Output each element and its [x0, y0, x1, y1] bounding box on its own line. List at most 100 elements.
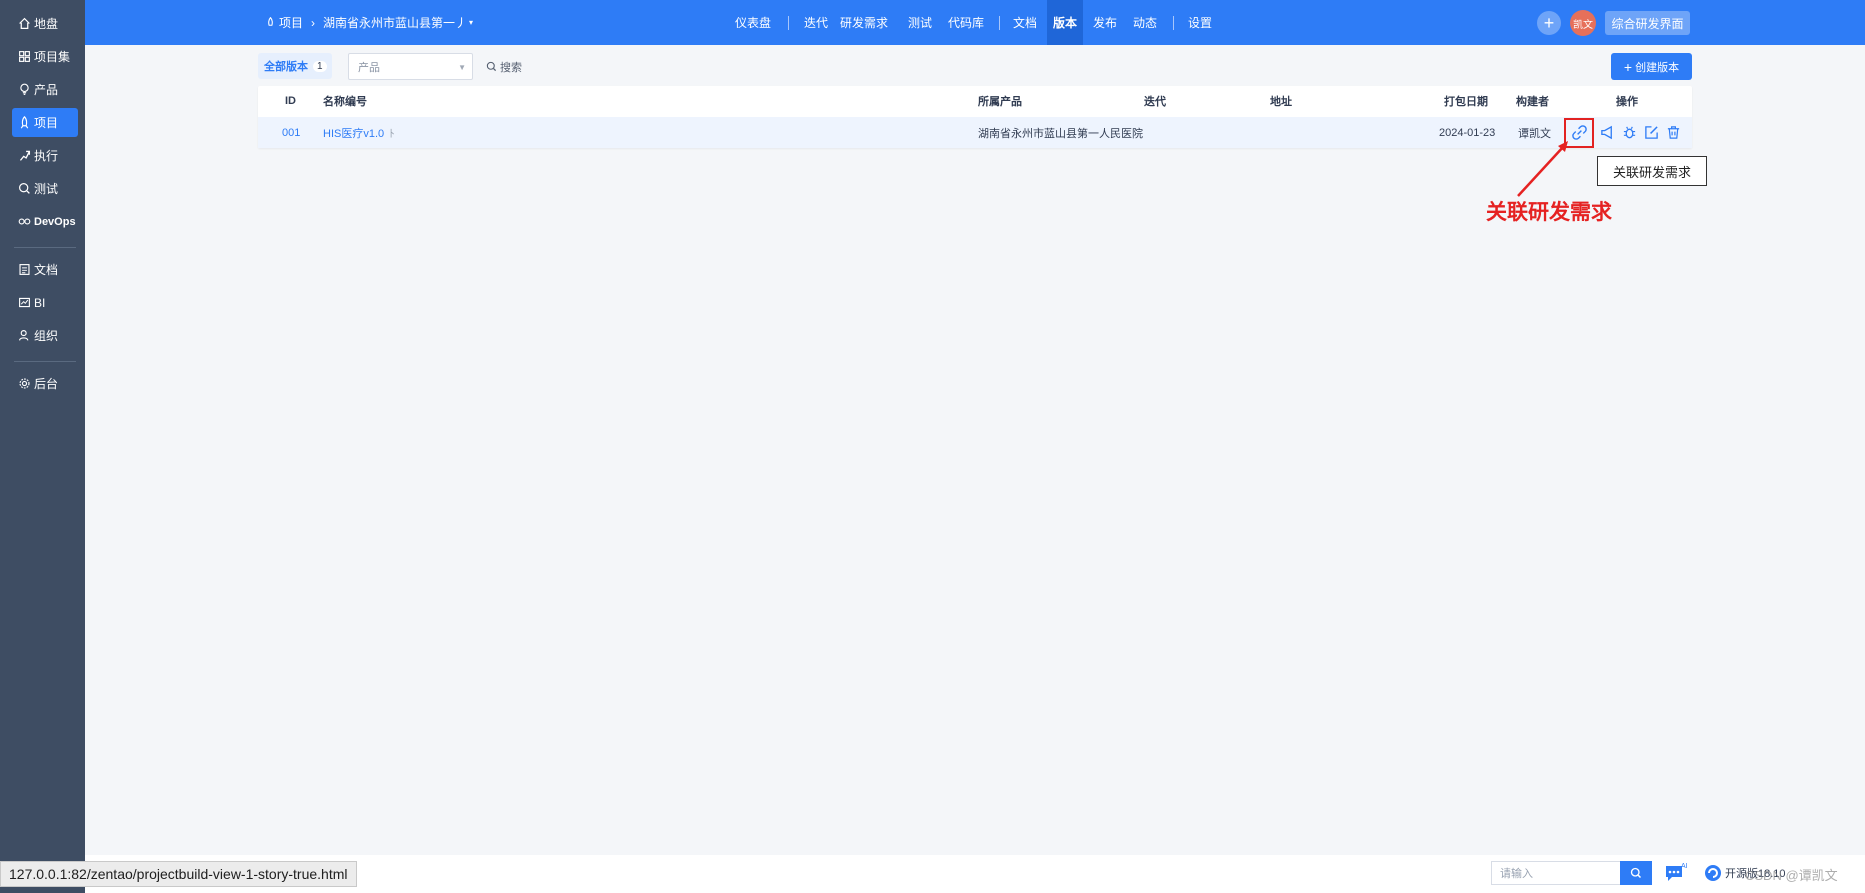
branch-icon: ﾄ [389, 127, 395, 140]
bottom-search-input[interactable]: 请输入 [1491, 861, 1621, 885]
build-table: ID 名称编号 所属产品 迭代 地址 打包日期 构建者 操作 001 HIS医疗… [258, 86, 1692, 148]
rocket-icon [268, 17, 273, 26]
col-header-date[interactable]: 打包日期 [1444, 86, 1488, 116]
sidebar-item-label: 执行 [34, 149, 59, 163]
col-header-builder[interactable]: 构建者 [1516, 86, 1549, 116]
link-bug-button[interactable] [1618, 122, 1640, 144]
people-icon [19, 330, 29, 341]
run-icon [19, 150, 31, 161]
sidebar-item-project[interactable]: 项目 [12, 108, 78, 137]
trash-icon [1667, 126, 1679, 139]
sidebar-item-label: 文档 [34, 263, 59, 277]
breadcrumb-root[interactable]: 项目 [279, 14, 303, 31]
nav-separator [1173, 16, 1174, 30]
search-icon [1630, 867, 1642, 879]
tooltip: 关联研发需求 [1597, 156, 1707, 186]
search-toggle[interactable]: 搜索 [486, 53, 522, 80]
sidebar-item-label: 组织 [34, 329, 59, 343]
plus-icon: + [1623, 58, 1633, 75]
sidebar-item-label: 后台 [34, 377, 59, 391]
ai-chat-icon[interactable]: AI [1664, 862, 1688, 884]
sidebar: 地盘 项目集 产品 项目 执行 测试 DevOps 文档 BI 组织 后台 [0, 0, 85, 893]
link-icon [1571, 125, 1587, 140]
megaphone-icon [1600, 125, 1612, 140]
quick-create-button[interactable]: + [1537, 11, 1561, 35]
sidebar-item-org[interactable]: 组织 [12, 321, 78, 350]
annotation-label: 关联研发需求 [1486, 201, 1612, 224]
chevron-down-icon: ▾ [469, 18, 474, 27]
col-header-id[interactable]: ID [285, 86, 296, 116]
sidebar-item-label: 产品 [34, 83, 59, 97]
sidebar-item-program[interactable]: 项目集 [12, 42, 78, 71]
tab-count-badge: 1 [313, 60, 327, 72]
sidebar-item-label: 地盘 [34, 17, 59, 31]
avatar[interactable]: 凯文 [1570, 10, 1596, 36]
create-build-button[interactable]: + 创建版本 [1611, 53, 1692, 80]
delete-button[interactable] [1662, 122, 1684, 144]
row-name-text: HIS医疗v1.0 [323, 127, 385, 140]
nav-separator [999, 16, 1000, 30]
nav-build[interactable]: 版本 [1047, 0, 1084, 45]
rocket-icon [20, 116, 29, 129]
annotation-arrow [1517, 141, 1568, 197]
nav-story[interactable]: 研发需求 [834, 0, 894, 45]
nav-doc[interactable]: 文档 [1007, 0, 1043, 45]
sidebar-item-label: DevOps [34, 215, 76, 228]
col-header-actions: 操作 [1616, 96, 1638, 108]
sidebar-divider [14, 361, 76, 362]
row-date: 2024-01-23 [1439, 126, 1496, 139]
grid-icon [19, 51, 30, 62]
sidebar-item-admin[interactable]: 后台 [12, 369, 78, 398]
sidebar-item-test[interactable]: 测试 [12, 174, 78, 203]
tab-label: 全部版本 [264, 61, 308, 73]
sidebar-divider [14, 247, 76, 248]
nav-test[interactable]: 测试 [902, 0, 938, 45]
nav-separator [788, 16, 789, 30]
create-build-label: 创建版本 [1635, 61, 1680, 74]
nav-dynamic[interactable]: 动态 [1127, 0, 1163, 45]
col-header-name[interactable]: 名称编号 [323, 86, 367, 116]
sidebar-item-label: 测试 [34, 182, 59, 196]
sidebar-item-dashboard[interactable]: 地盘 [12, 9, 78, 38]
svg-text:AI: AI [1681, 863, 1688, 870]
nav-release[interactable]: 发布 [1087, 0, 1123, 45]
breadcrumb-project[interactable]: 湖南省永州市蓝山县第一丿 [323, 14, 467, 31]
product-select-placeholder: 产品 [358, 61, 380, 74]
row-id[interactable]: 001 [282, 117, 300, 148]
sidebar-item-label: 项目 [34, 116, 59, 130]
col-header-address[interactable]: 地址 [1270, 86, 1292, 116]
mode-switch-button[interactable]: 综合研发界面 [1605, 11, 1690, 35]
sidebar-item-devops[interactable]: DevOps [12, 207, 78, 236]
edit-button[interactable] [1640, 122, 1662, 144]
sidebar-item-doc[interactable]: 文档 [12, 255, 78, 284]
sidebar-item-label: 项目集 [34, 50, 71, 64]
nav-repo[interactable]: 代码库 [942, 0, 990, 45]
document-icon [19, 264, 30, 275]
bug-icon [1623, 126, 1635, 139]
nav-dashboard[interactable]: 仪表盘 [729, 0, 777, 45]
home-icon [19, 17, 30, 29]
row-product: 湖南省永州市蓝山县第一人民医院 [978, 127, 1143, 140]
sidebar-item-label: BI [34, 295, 46, 310]
col-header-iteration[interactable]: 迭代 [1144, 86, 1166, 116]
gear-icon [19, 378, 30, 389]
watermark: CSDN @谭凯文 [1745, 868, 1838, 883]
product-select[interactable]: 产品 ▼ [348, 53, 473, 80]
sidebar-item-execution[interactable]: 执行 [12, 141, 78, 170]
magnify-icon [19, 183, 30, 194]
chart-icon [19, 297, 30, 308]
status-bar-url: 127.0.0.1:82/zentao/projectbuild-view-1-… [0, 861, 357, 887]
plus-icon: + [1543, 13, 1555, 33]
bottom-search-button[interactable] [1620, 861, 1652, 885]
nav-settings[interactable]: 设置 [1182, 0, 1218, 45]
tab-all-builds[interactable]: 全部版本 1 [258, 53, 332, 79]
col-header-product[interactable]: 所属产品 [978, 86, 1022, 116]
nav-iteration[interactable]: 迭代 [798, 0, 834, 45]
breadcrumb: 项目 › 湖南省永州市蓝山县第一丿 ▾ [265, 0, 473, 45]
chevron-right-icon: › [311, 15, 316, 30]
sidebar-item-bi[interactable]: BI [12, 288, 78, 317]
sidebar-item-product[interactable]: 产品 [12, 75, 78, 104]
row-name[interactable]: HIS医疗v1.0 ﾄ [323, 117, 395, 148]
top-header: 项目 › 湖南省永州市蓝山县第一丿 ▾ 仪表盘 迭代 研发需求 测试 代码库 文… [85, 0, 1865, 45]
link-release-button[interactable] [1596, 122, 1618, 144]
